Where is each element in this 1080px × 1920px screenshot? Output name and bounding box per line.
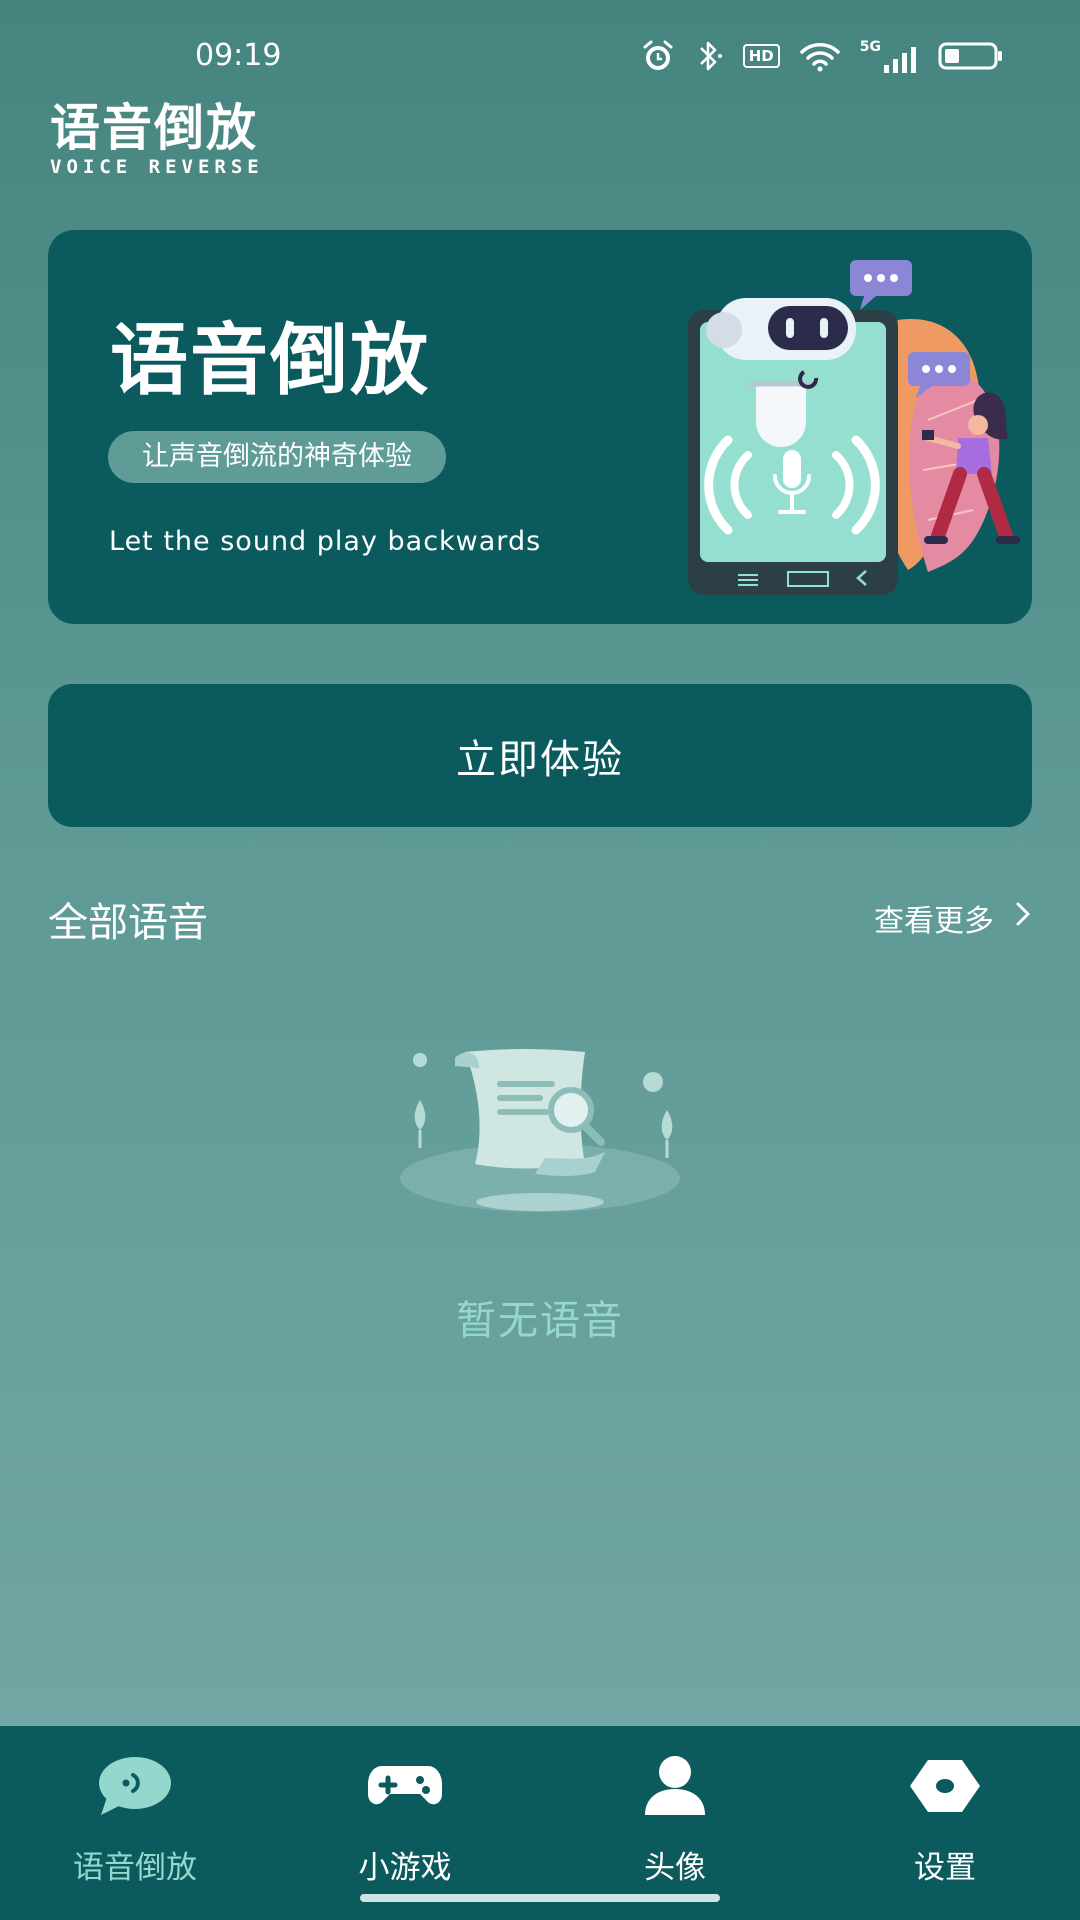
wifi-icon [798, 40, 842, 72]
banner-title: 语音倒放 [110, 316, 431, 406]
user-icon [635, 1746, 715, 1826]
app-title: 语音倒放 [50, 99, 258, 157]
view-more-label: 查看更多 [874, 904, 994, 939]
view-more-link[interactable]: 查看更多 [874, 896, 1032, 940]
nav-item-avatar[interactable]: 头像 [540, 1726, 810, 1920]
empty-document-icon [400, 1049, 680, 1212]
signal-5g-icon: 5G [860, 39, 920, 73]
nav-label: 小游戏 [358, 1850, 452, 1886]
try-now-button[interactable]: 立即体验 [48, 684, 1032, 827]
robot-phone-illustration [688, 260, 1020, 595]
bluetooth-icon [693, 39, 725, 73]
alarm-icon [641, 39, 675, 73]
nav-item-voice-reverse[interactable]: 语音倒放 [0, 1726, 270, 1920]
chat-bubble-icon [95, 1746, 175, 1826]
banner-caption: Let the sound play backwards [109, 526, 542, 557]
hero-banner: 语音倒放 让声音倒流的神奇体验 Let the sound play backw… [48, 230, 1032, 624]
nav-label: 头像 [644, 1850, 706, 1886]
home-indicator[interactable] [360, 1894, 720, 1902]
network-label: 5G [859, 39, 881, 55]
empty-state-text: 暂无语音 [456, 1298, 624, 1344]
bottom-nav: 语音倒放 小游戏 头像 设置 [0, 1726, 1080, 1920]
battery-icon [938, 42, 1004, 70]
settings-hexagon-icon [905, 1746, 985, 1826]
nav-item-mini-games[interactable]: 小游戏 [270, 1726, 540, 1920]
status-time: 09:19 [195, 38, 282, 73]
hd-icon: HD [742, 44, 780, 68]
gamepad-icon [365, 1746, 445, 1826]
nav-item-settings[interactable]: 设置 [810, 1726, 1080, 1920]
app-subtitle: VOICE REVERSE [50, 156, 264, 178]
nav-label: 语音倒放 [73, 1850, 197, 1886]
chevron-right-icon [1014, 900, 1032, 936]
section-title: 全部语音 [48, 900, 208, 946]
status-icons: HD 5G [641, 38, 1004, 74]
nav-label: 设置 [914, 1850, 976, 1886]
banner-tagline: 让声音倒流的神奇体验 [108, 431, 446, 483]
